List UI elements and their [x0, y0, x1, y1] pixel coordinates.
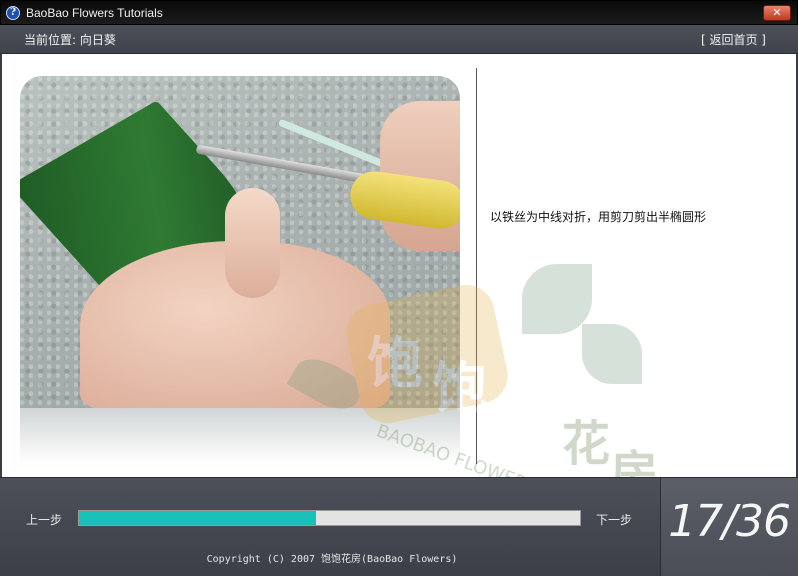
title-bar: ? BaoBao Flowers Tutorials ✕: [0, 0, 798, 25]
footer-bar: 上一步 下一步 Copyright (C) 2007 饱饱花房(BaoBao F…: [0, 477, 798, 576]
copyright-text: Copyright (C) 2007 饱饱花房(BaoBao Flowers): [206, 554, 458, 565]
tutorial-content: 以铁丝为中线对折，用剪刀剪出半椭圆形 饱 饱 花 房 BAOBAO FLOWER…: [2, 54, 796, 477]
next-step-button[interactable]: 下一步: [596, 511, 632, 528]
content-divider: [476, 68, 477, 464]
logo-char: 花: [562, 416, 611, 472]
thumb-image: [225, 188, 280, 298]
progress-fill: [79, 511, 316, 525]
step-instruction: 以铁丝为中线对折，用剪刀剪出半椭圆形: [490, 210, 707, 224]
leaf-icon: [522, 264, 592, 334]
header-bar: 当前位置: 向日葵 [ 返回首页 ]: [0, 25, 798, 54]
leaf-icon: [582, 324, 642, 384]
breadcrumb: 当前位置: 向日葵: [24, 33, 116, 47]
photo-reflection: [20, 408, 460, 463]
step-counter: 17/36: [668, 496, 791, 547]
logo-char: 房: [610, 446, 659, 477]
home-link[interactable]: [ 返回首页 ]: [701, 31, 766, 48]
window-title: BaoBao Flowers Tutorials: [26, 6, 163, 20]
help-question-icon[interactable]: ?: [6, 6, 20, 20]
step-progress-bar: [78, 510, 581, 526]
close-button[interactable]: ✕: [763, 5, 791, 21]
prev-step-button[interactable]: 上一步: [26, 511, 62, 528]
step-image: [20, 76, 460, 408]
step-photo: [20, 76, 460, 463]
step-counter-panel: 17/36: [660, 478, 798, 576]
